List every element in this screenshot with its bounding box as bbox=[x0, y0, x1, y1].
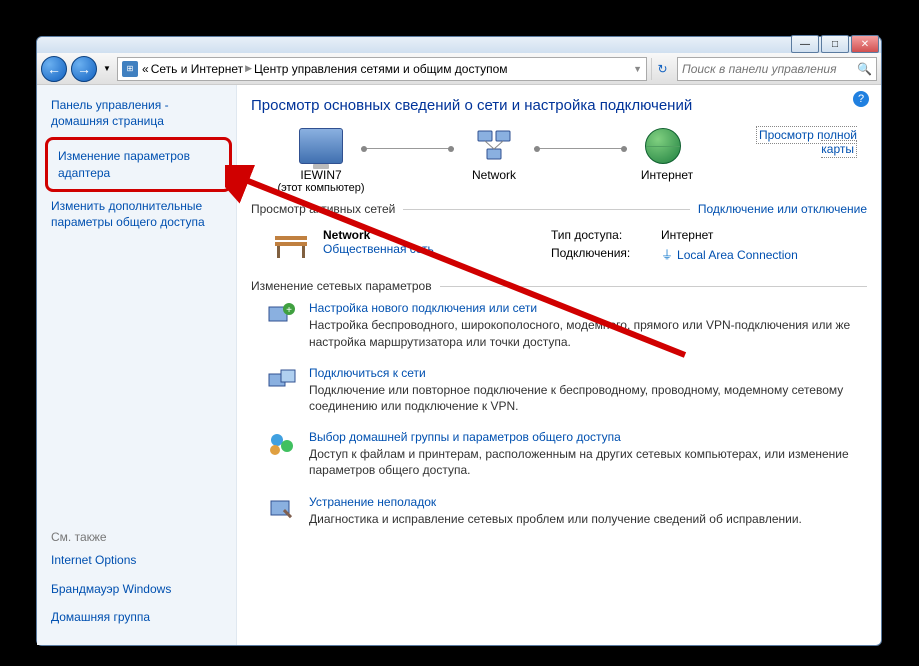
maximize-button[interactable]: □ bbox=[821, 35, 849, 53]
view-full-map-link[interactable]: Просмотр полной карты bbox=[756, 126, 857, 158]
breadcrumb-item[interactable]: Центр управления сетями и общим доступом bbox=[254, 62, 508, 76]
section-title: Изменение сетевых параметров bbox=[251, 279, 432, 293]
active-networks-header: Просмотр активных сетей Подключение или … bbox=[251, 202, 867, 216]
map-label: IEWIN7 bbox=[300, 168, 341, 182]
task-homegroup: Выбор домашней группы и параметров общег… bbox=[267, 430, 867, 478]
sidebar-item-sharing-settings[interactable]: Изменить дополнительные параметры общего… bbox=[51, 198, 228, 230]
task-desc: Подключение или повторное подключение к … bbox=[309, 382, 867, 414]
sidebar: Панель управления - домашняя страница Из… bbox=[37, 85, 237, 645]
network-name: Network bbox=[323, 228, 434, 242]
svg-text:+: + bbox=[286, 305, 292, 316]
globe-icon bbox=[645, 128, 689, 164]
map-connector bbox=[361, 148, 454, 149]
computer-icon bbox=[299, 128, 343, 164]
connection-name: Local Area Connection bbox=[677, 248, 798, 262]
see-also-label: См. также bbox=[51, 530, 228, 544]
breadcrumb-item[interactable]: Сеть и Интернет bbox=[151, 62, 243, 76]
task-desc: Диагностика и исправление сетевых пробле… bbox=[309, 511, 802, 527]
task-new-connection: + Настройка нового подключения или сети … bbox=[267, 301, 867, 349]
map-connector bbox=[534, 148, 627, 149]
connect-disconnect-link[interactable]: Подключение или отключение bbox=[698, 202, 867, 216]
connection-link[interactable]: ⏚ Local Area Connection bbox=[661, 246, 867, 263]
network-icon bbox=[472, 128, 516, 164]
access-type-value: Интернет bbox=[661, 228, 867, 242]
task-desc: Настройка беспроводного, широкополосного… bbox=[309, 317, 867, 349]
homegroup-icon bbox=[267, 430, 297, 458]
map-sublabel: (этот компьютер) bbox=[277, 182, 364, 194]
connect-icon bbox=[267, 366, 297, 394]
task-connect-network: Подключиться к сети Подключение или повт… bbox=[267, 366, 867, 414]
page-title: Просмотр основных сведений о сети и наст… bbox=[251, 97, 867, 114]
map-node-network: Network bbox=[434, 128, 554, 182]
task-desc: Доступ к файлам и принтерам, расположенн… bbox=[309, 446, 867, 478]
connections-label: Подключения: bbox=[551, 246, 661, 263]
content-pane: ? Просмотр основных сведений о сети и на… bbox=[237, 85, 881, 645]
minimize-button[interactable]: — bbox=[791, 35, 819, 53]
task-link[interactable]: Подключиться к сети bbox=[309, 366, 867, 380]
address-bar[interactable]: ⊞ « Сеть и Интернет ▶ Центр управления с… bbox=[117, 57, 647, 81]
breadcrumb-prefix: « bbox=[142, 62, 149, 76]
active-network-row: Network Общественная сеть Тип доступа: И… bbox=[251, 224, 867, 273]
navigation-bar: ← → ▼ ⊞ « Сеть и Интернет ▶ Центр управл… bbox=[37, 53, 881, 85]
control-panel-window: — □ ✕ ← → ▼ ⊞ « Сеть и Интернет ▶ Центр … bbox=[36, 36, 882, 646]
chevron-down-icon[interactable]: ▼ bbox=[633, 64, 642, 74]
search-input[interactable] bbox=[682, 62, 857, 76]
refresh-button[interactable]: ↻ bbox=[651, 58, 673, 80]
task-link[interactable]: Устранение неполадок bbox=[309, 495, 802, 509]
section-title: Просмотр активных сетей bbox=[251, 202, 395, 216]
sidebar-item-firewall[interactable]: Брандмауэр Windows bbox=[51, 581, 228, 597]
access-type-label: Тип доступа: bbox=[551, 228, 661, 242]
troubleshoot-icon bbox=[267, 495, 297, 523]
sidebar-item-home[interactable]: Панель управления - домашняя страница bbox=[51, 97, 228, 129]
help-icon[interactable]: ? bbox=[853, 91, 869, 107]
back-button[interactable]: ← bbox=[41, 56, 67, 82]
sidebar-item-homegroup[interactable]: Домашняя группа bbox=[51, 609, 228, 625]
network-type-link[interactable]: Общественная сеть bbox=[323, 242, 434, 256]
control-panel-icon: ⊞ bbox=[122, 61, 138, 77]
chevron-right-icon: ▶ bbox=[245, 63, 252, 74]
titlebar-button-group: — □ ✕ bbox=[791, 35, 879, 53]
map-label: Network bbox=[472, 168, 516, 182]
network-settings-header: Изменение сетевых параметров bbox=[251, 279, 867, 293]
window-titlebar: — □ ✕ bbox=[37, 37, 881, 53]
task-troubleshoot: Устранение неполадок Диагностика и испра… bbox=[267, 495, 867, 527]
recent-pages-dropdown[interactable]: ▼ bbox=[101, 59, 113, 79]
ethernet-icon: ⏚ bbox=[661, 246, 673, 263]
wizard-icon: + bbox=[267, 301, 297, 329]
task-link[interactable]: Выбор домашней группы и параметров общег… bbox=[309, 430, 867, 444]
sidebar-item-internet-options[interactable]: Internet Options bbox=[51, 552, 228, 568]
map-label: Интернет bbox=[641, 168, 693, 182]
body-area: Панель управления - домашняя страница Из… bbox=[37, 85, 881, 645]
bench-icon bbox=[271, 228, 311, 260]
close-button[interactable]: ✕ bbox=[851, 35, 879, 53]
sidebar-item-adapter-settings[interactable]: Изменение параметров адаптера bbox=[45, 137, 232, 191]
task-link[interactable]: Настройка нового подключения или сети bbox=[309, 301, 867, 315]
map-node-this-computer: IEWIN7 (этот компьютер) bbox=[261, 128, 381, 194]
task-list: + Настройка нового подключения или сети … bbox=[251, 301, 867, 526]
forward-button[interactable]: → bbox=[71, 56, 97, 82]
breadcrumb: « Сеть и Интернет ▶ Центр управления сет… bbox=[142, 62, 508, 76]
network-map: IEWIN7 (этот компьютер) Networ bbox=[251, 128, 867, 194]
map-node-internet: Интернет bbox=[607, 128, 727, 182]
search-box[interactable]: 🔍 bbox=[677, 57, 877, 81]
search-icon[interactable]: 🔍 bbox=[857, 62, 872, 76]
